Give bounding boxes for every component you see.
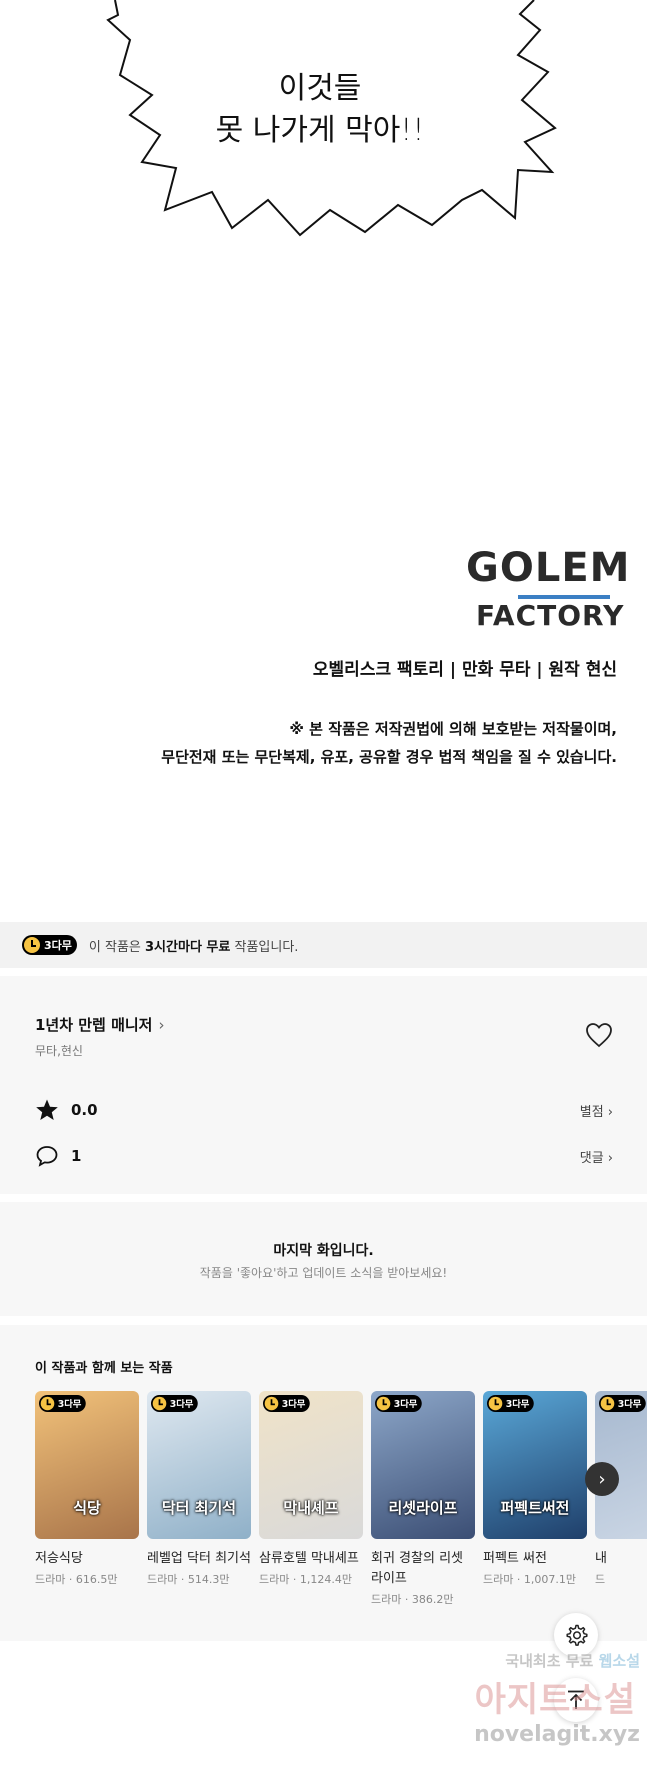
- rec-card[interactable]: 3다무 리셋라이프 회귀 경찰의 리셋 라이프 드라마 · 386.2만: [371, 1391, 475, 1607]
- rec-meta: 드라마 · 616.5만: [35, 1573, 118, 1586]
- carousel-next-button[interactable]: ›: [585, 1462, 619, 1496]
- scroll-to-top-button[interactable]: [554, 1678, 598, 1722]
- comments-row: 1 댓글 ›: [35, 1144, 613, 1168]
- three-hour-free-badge: 3다무: [599, 1395, 646, 1412]
- three-hour-free-badge: 3다무: [22, 935, 77, 955]
- rating-row: 0.0 별점 ›: [35, 1098, 613, 1122]
- rec-card[interactable]: 3다무 식당 저승식당 드라마 · 616.5만: [35, 1391, 139, 1587]
- rec-thumbnail: 3다무 닥터 최기석: [147, 1391, 251, 1539]
- rec-meta: 드라마 · 1,124.4만: [259, 1573, 352, 1586]
- clock-icon: [40, 1396, 55, 1411]
- rec-meta: 드라마 · 386.2만: [371, 1593, 454, 1606]
- heart-icon[interactable]: [585, 1022, 613, 1048]
- clock-icon: [600, 1396, 615, 1411]
- arrow-up-icon: [568, 1690, 584, 1709]
- series-info-panel: 1년차 만렙 매니저 › 무타,현신 0.0 별점 › 1 댓글 ›: [0, 976, 647, 1194]
- clock-icon: [488, 1396, 503, 1411]
- speech-text-line1: 이것들: [278, 71, 362, 106]
- rec-title: 회귀 경찰의 리셋 라이프: [371, 1551, 463, 1586]
- clock-icon: [24, 937, 40, 953]
- three-hour-free-badge: 3다무: [487, 1395, 534, 1412]
- rec-title: 레벨업 닥터 최기석: [147, 1551, 251, 1566]
- rec-meta: 드라마 · 514.3만: [147, 1573, 230, 1586]
- last-episode-title: 마지막 화입니다.: [273, 1243, 374, 1259]
- comic-panel: 이것들 못 나가게 막아!! GOLEM FACTORY 오벨리스크 팩토리 |…: [0, 0, 647, 910]
- rec-card[interactable]: 3다무 퍼펙트써전 퍼펙트 써전 드라마 · 1,007.1만: [483, 1391, 587, 1587]
- rec-thumbnail: 3다무 리셋라이프: [371, 1391, 475, 1539]
- clock-icon: [264, 1396, 279, 1411]
- speech-text-line2: 못 나가게 막아!!: [215, 113, 425, 148]
- chevron-right-icon: ›: [607, 1104, 613, 1120]
- rec-title: 퍼펙트 써전: [483, 1551, 547, 1566]
- settings-button[interactable]: [554, 1613, 598, 1657]
- recommendations-heading: 이 작품과 함께 보는 작품: [35, 1361, 173, 1376]
- golem-factory-logo: GOLEM FACTORY: [466, 545, 631, 632]
- notice-text: 이 작품은 3시간마다 무료 작품입니다.: [88, 939, 299, 955]
- rec-thumbnail: 3다무 식당: [35, 1391, 139, 1539]
- rec-thumbnail: 3다무 막내셰프: [259, 1391, 363, 1539]
- credits-text: 오벨리스크 팩토리 | 만화 무타 | 원작 현신: [312, 660, 617, 680]
- chevron-right-icon: ›: [158, 1016, 165, 1034]
- comments-link[interactable]: 댓글 ›: [580, 1147, 613, 1166]
- rec-card[interactable]: 3다무 막내셰프 삼류호텔 막내셰프 드라마 · 1,124.4만: [259, 1391, 363, 1587]
- chevron-right-icon: ›: [598, 1468, 606, 1490]
- three-hour-free-badge: 3다무: [151, 1395, 198, 1412]
- three-hour-free-badge: 3다무: [39, 1395, 86, 1412]
- series-title-link[interactable]: 1년차 만렙 매니저 ›: [35, 1014, 164, 1035]
- rec-title: 삼류호텔 막내셰프: [259, 1551, 359, 1566]
- clock-icon: [376, 1396, 391, 1411]
- last-episode-notice: 마지막 화입니다. 작품을 '좋아요'하고 업데이트 소식을 받아보세요!: [0, 1202, 647, 1316]
- rec-card[interactable]: 3다무 닥터 최기석 레벨업 닥터 최기석 드라마 · 514.3만: [147, 1391, 251, 1587]
- comment-icon: [36, 1146, 58, 1167]
- site-watermark: 국내최초 무료 웹소설 아지트소설 novelagit.xyz: [474, 1652, 640, 1747]
- rec-title: 저승식당: [35, 1551, 83, 1566]
- rec-title: 내: [595, 1551, 607, 1566]
- series-authors: 무타,현신: [35, 1044, 83, 1058]
- recommendations-section: 이 작품과 함께 보는 작품 3다무 식당 저승식당 드라마 · 616.5만 …: [0, 1325, 647, 1641]
- last-episode-subtitle: 작품을 '좋아요'하고 업데이트 소식을 받아보세요!: [199, 1266, 448, 1280]
- three-hour-free-badge: 3다무: [263, 1395, 310, 1412]
- rating-value: 0.0: [71, 1101, 98, 1119]
- rec-meta: 드라마 · 1,007.1만: [483, 1573, 576, 1586]
- comment-count: 1: [71, 1147, 82, 1165]
- rec-meta: 드: [595, 1573, 606, 1586]
- gear-icon: [566, 1624, 588, 1646]
- copyright-notice: ※ 본 작품은 저작권법에 의해 보호받는 저작물이며, 무단전재 또는 무단복…: [161, 720, 617, 766]
- free-notice-bar: 3다무 이 작품은 3시간마다 무료 작품입니다.: [0, 922, 647, 968]
- chevron-right-icon: ›: [607, 1150, 613, 1166]
- star-icon: [36, 1099, 58, 1120]
- three-hour-free-badge: 3다무: [375, 1395, 422, 1412]
- rating-link[interactable]: 별점 ›: [580, 1101, 613, 1120]
- clock-icon: [152, 1396, 167, 1411]
- rec-thumbnail: 3다무 퍼펙트써전: [483, 1391, 587, 1539]
